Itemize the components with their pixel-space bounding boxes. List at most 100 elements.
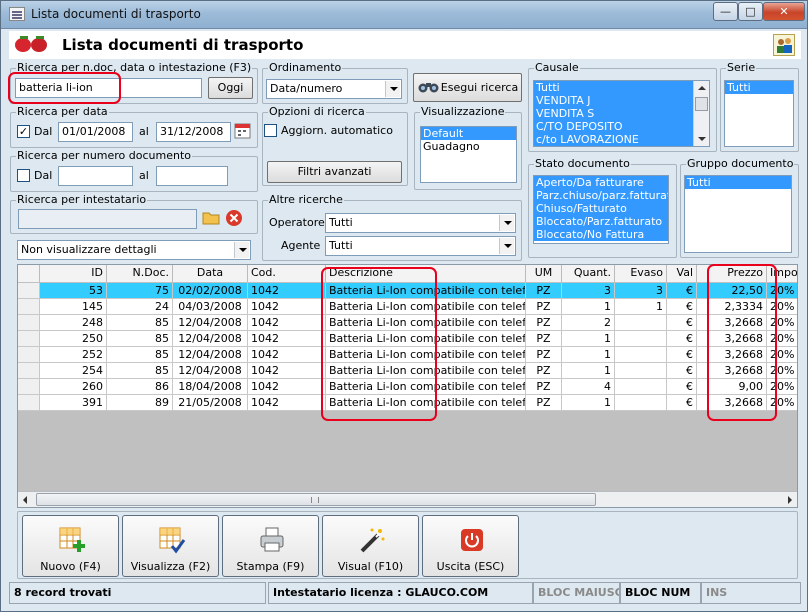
filtri-avanzati-button[interactable]: Filtri avanzati <box>267 161 402 183</box>
date-from-input[interactable]: 01/01/2008 <box>58 122 133 142</box>
intestatario-input[interactable] <box>18 209 197 229</box>
col-header-id[interactable]: ID <box>40 265 107 282</box>
list-item[interactable]: Aperto/Da fatturare <box>534 176 668 189</box>
dal-label: Dal <box>34 125 53 138</box>
stato-list[interactable]: Aperto/Da fatturare Parz.chiuso/parz.fat… <box>533 175 669 244</box>
opzioni-label: Opzioni di ricerca <box>268 105 366 118</box>
cell-ndoc: 75 <box>107 283 173 299</box>
window-title: Lista documenti di trasporto <box>31 7 201 21</box>
app-window: Lista documenti di trasporto — □ ✕ Lista… <box>0 0 808 612</box>
scrollbar-thumb[interactable] <box>36 493 596 506</box>
view-grid-icon <box>159 527 186 554</box>
list-item[interactable]: Chiuso/Fatturato <box>534 202 668 215</box>
clear-icon[interactable] <box>225 209 243 227</box>
cell-cod: 1042 <box>248 347 326 363</box>
number-from-input[interactable] <box>58 166 133 186</box>
col-header-evaso[interactable]: Evaso <box>615 265 667 282</box>
close-button[interactable]: ✕ <box>763 2 805 21</box>
gruppo-list[interactable]: Tutti <box>684 175 792 253</box>
cell-evaso: 1 <box>615 299 667 315</box>
operatore-value: Tutti <box>329 216 353 229</box>
cell-quant: 1 <box>562 331 615 347</box>
esegui-ricerca-button[interactable]: Esegui ricerca <box>413 73 522 102</box>
horizontal-scrollbar[interactable] <box>18 491 797 507</box>
nuovo-label: Nuovo (F4) <box>40 560 101 573</box>
maximize-button[interactable]: □ <box>738 2 763 21</box>
row-indicator <box>18 299 40 315</box>
visual-button[interactable]: Visual (F10) <box>322 515 419 577</box>
altre-ricerche-label: Altre ricerche <box>268 193 344 206</box>
cell-ndoc: 86 <box>107 379 173 395</box>
col-header-quant[interactable]: Quant. <box>562 265 615 282</box>
list-item[interactable]: Bloccato/No Fattura <box>534 228 668 241</box>
col-header-cod[interactable]: Cod. <box>248 265 326 282</box>
strawberry-logo-icon <box>15 36 47 52</box>
folder-icon[interactable] <box>202 209 220 226</box>
prezzo-highlight-box <box>707 264 777 421</box>
causale-label: Causale <box>534 61 580 74</box>
agente-select[interactable]: Tutti <box>325 236 516 256</box>
cell-ndoc: 24 <box>107 299 173 315</box>
list-item[interactable]: Tutti <box>685 176 791 189</box>
list-item[interactable]: Default <box>421 127 516 140</box>
col-header-um[interactable]: UM <box>526 265 562 282</box>
numero-dal-checkbox[interactable] <box>17 169 30 182</box>
list-item[interactable]: Tutti <box>534 81 709 94</box>
cell-id: 254 <box>40 363 107 379</box>
action-toolbar: Nuovo (F4) Visualizza (F2) Stampa (F9) V… <box>17 511 798 579</box>
uscita-button[interactable]: Uscita (ESC) <box>422 515 519 577</box>
caps-lock-indicator: BLOC MAIUSC <box>533 582 620 604</box>
visualizza-button[interactable]: Visualizza (F2) <box>122 515 219 577</box>
agente-value: Tutti <box>329 239 353 252</box>
scroll-left-icon[interactable] <box>23 496 27 504</box>
aggiorn-automatico-checkbox[interactable] <box>264 124 277 137</box>
number-to-input[interactable] <box>156 166 228 186</box>
cell-data: 12/04/2008 <box>173 315 248 331</box>
scroll-right-icon[interactable] <box>788 496 792 504</box>
col-header-val[interactable]: Val <box>667 265 697 282</box>
causale-list[interactable]: Tutti VENDITA J VENDITA S C/TO DEPOSITO … <box>533 80 710 147</box>
cell-data: 12/04/2008 <box>173 363 248 379</box>
minimize-button[interactable]: — <box>713 2 738 21</box>
num-lock-indicator: BLOC NUM <box>620 582 701 604</box>
chevron-down-icon <box>499 215 514 231</box>
operatore-select[interactable]: Tutti <box>325 213 516 233</box>
causale-scrollbar[interactable] <box>693 81 709 146</box>
today-button[interactable]: Oggi <box>208 77 253 99</box>
col-header-data[interactable]: Data <box>173 265 248 282</box>
calendar-icon[interactable] <box>234 122 251 139</box>
cell-quant: 1 <box>562 299 615 315</box>
cell-cod: 1042 <box>248 299 326 315</box>
list-item[interactable]: c/to LAVORAZIONE <box>534 133 709 146</box>
ordinamento-select[interactable]: Data/numero <box>266 79 402 99</box>
list-item[interactable]: Bloccato/Parz.fatturato <box>534 215 668 228</box>
cell-ndoc: 89 <box>107 395 173 411</box>
dettagli-select[interactable]: Non visualizzare dettagli <box>17 240 251 260</box>
list-item[interactable]: Guadagno <box>421 140 516 153</box>
stampa-button[interactable]: Stampa (F9) <box>222 515 319 577</box>
list-item[interactable]: VENDITA S <box>534 107 709 120</box>
record-count: 8 record trovati <box>9 582 266 604</box>
cell-quant: 3 <box>562 283 615 299</box>
serie-list[interactable]: Tutti <box>724 80 794 147</box>
cell-cod: 1042 <box>248 395 326 411</box>
cell-id: 391 <box>40 395 107 411</box>
dettagli-value: Non visualizzare dettagli <box>21 243 157 256</box>
nuovo-button[interactable]: Nuovo (F4) <box>22 515 119 577</box>
cell-um: PZ <box>526 347 562 363</box>
date-to-input[interactable]: 31/12/2008 <box>156 122 231 142</box>
cell-id: 145 <box>40 299 107 315</box>
numero-group-label: Ricerca per numero documento <box>16 149 193 162</box>
cell-cod: 1042 <box>248 315 326 331</box>
cell-quant: 4 <box>562 379 615 395</box>
users-icon[interactable] <box>773 34 795 56</box>
col-header-ndoc[interactable]: N.Doc. <box>107 265 173 282</box>
list-item[interactable]: VENDITA J <box>534 94 709 107</box>
list-item[interactable]: Tutti <box>725 81 793 94</box>
visualizzazione-list[interactable]: Default Guadagno <box>420 126 517 183</box>
dal-date-checkbox[interactable]: ✓ <box>17 125 30 138</box>
list-item[interactable]: C/TO DEPOSITO <box>534 120 709 133</box>
data-group-label: Ricerca per data <box>16 105 109 118</box>
numero-al-label: al <box>139 169 149 182</box>
list-item[interactable]: Parz.chiuso/parz.fatturato <box>534 189 668 202</box>
